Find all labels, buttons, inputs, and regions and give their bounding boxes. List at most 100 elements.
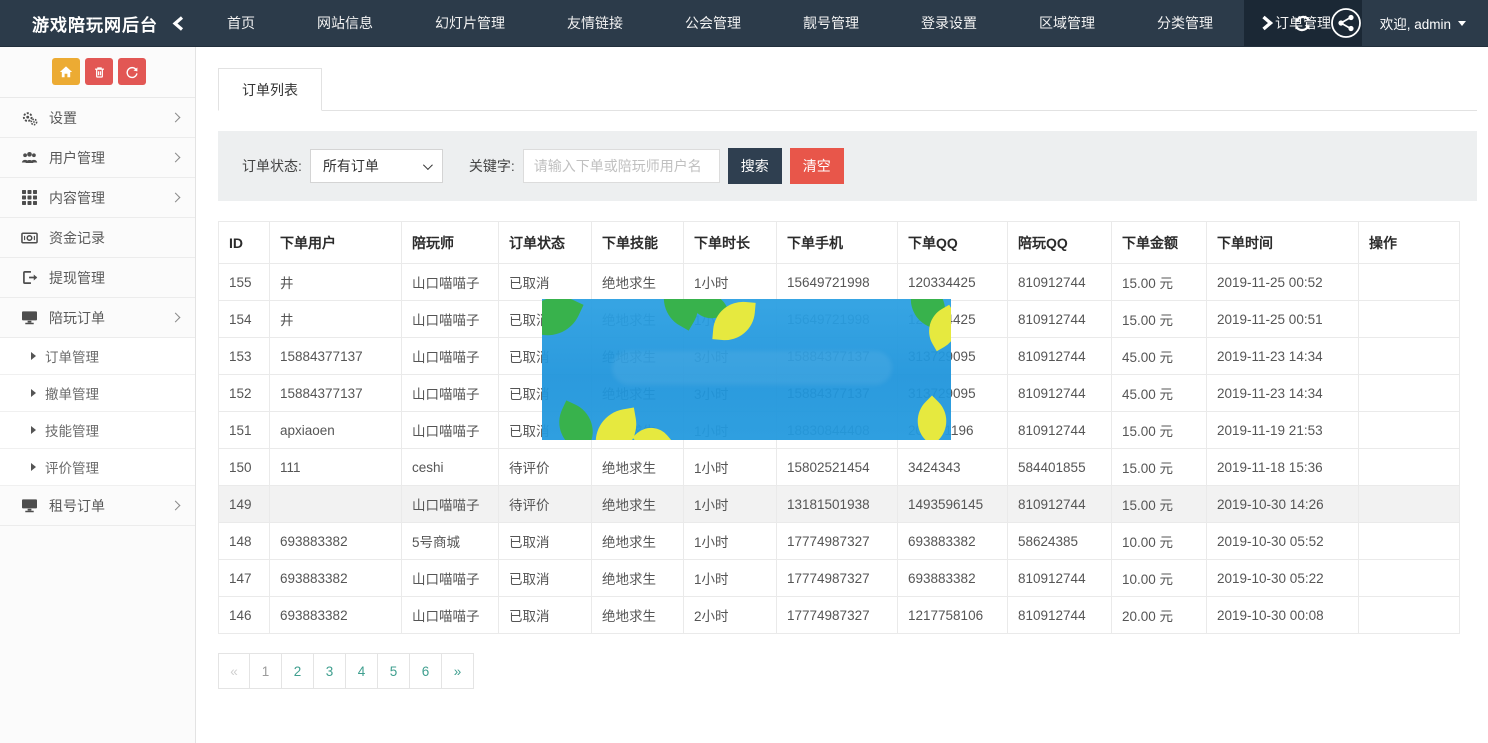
- sidebar-item-label: 用户管理: [49, 148, 105, 168]
- table-cell: 111: [270, 449, 402, 486]
- table-header-row: ID下单用户陪玩师订单状态下单技能下单时长下单手机下单QQ陪玩QQ下单金额下单时…: [219, 222, 1460, 264]
- sidebar-item-rent-orders[interactable]: 租号订单: [0, 486, 195, 526]
- table-cell: 810912744: [1008, 301, 1112, 338]
- table-cell: 2019-11-23 14:34: [1207, 338, 1359, 375]
- sidebar-quick-buttons: [0, 47, 195, 98]
- table-cell: 15.00 元: [1112, 301, 1207, 338]
- chevron-right-icon: [171, 113, 181, 123]
- trash-icon: [93, 65, 106, 79]
- nav-item-slides[interactable]: 幻灯片管理: [404, 0, 536, 46]
- desktop-icon: [21, 310, 38, 325]
- table-cell: 山口喵喵子: [402, 264, 499, 301]
- sidebar-item-withdraw-management[interactable]: 提现管理: [0, 258, 195, 298]
- sidebar-subitem-label: 评价管理: [45, 457, 99, 477]
- home-icon: [59, 65, 73, 79]
- sidebar-subitem-skill-management[interactable]: 技能管理: [0, 412, 195, 449]
- page-button-4[interactable]: 4: [346, 653, 378, 689]
- page-button-prev: «: [218, 653, 250, 689]
- sidebar-item-label: 设置: [49, 108, 77, 128]
- table-cell: 45.00 元: [1112, 375, 1207, 412]
- sidebar-subitem-review-management[interactable]: 评价管理: [0, 449, 195, 486]
- chevron-right-icon: [171, 153, 181, 163]
- sidebar: 设置用户管理内容管理资金记录提现管理陪玩订单订单管理撤单管理技能管理评价管理租号…: [0, 47, 196, 743]
- table-cell: 45.00 元: [1112, 338, 1207, 375]
- table-cell: 15884377137: [270, 338, 402, 375]
- table-cell: 山口喵喵子: [402, 375, 499, 412]
- table-cell: 山口喵喵子: [402, 560, 499, 597]
- table-cell: 10.00 元: [1112, 560, 1207, 597]
- table-row: 155井山口喵喵子已取消绝地求生1小时156497219981203344258…: [219, 264, 1460, 301]
- sidebar-collapse-icon[interactable]: [172, 16, 185, 31]
- page-button-3[interactable]: 3: [314, 653, 346, 689]
- censor-overlay-image: [542, 299, 951, 440]
- column-header: 订单状态: [499, 222, 592, 264]
- nav-item-friend-links[interactable]: 友情链接: [536, 0, 654, 46]
- table-cell: 584401855: [1008, 449, 1112, 486]
- nav-item-site-info[interactable]: 网站信息: [286, 0, 404, 46]
- recycle-quick-button[interactable]: [118, 58, 146, 85]
- nav-item-login-settings[interactable]: 登录设置: [890, 0, 1008, 46]
- table-cell: 15.00 元: [1112, 412, 1207, 449]
- table-cell: 3424343: [898, 449, 1008, 486]
- leaf-shape: [632, 419, 671, 440]
- tab-bar: 订单列表: [218, 68, 1477, 111]
- table-cell: 1小时: [684, 264, 777, 301]
- home-quick-button[interactable]: [52, 58, 80, 85]
- nav-item-region[interactable]: 区域管理: [1008, 0, 1126, 46]
- refresh-icon[interactable]: [1293, 14, 1312, 33]
- keyword-input[interactable]: [523, 149, 720, 183]
- tab-order-list[interactable]: 订单列表: [218, 68, 322, 111]
- table-cell: 15.00 元: [1112, 486, 1207, 523]
- page-button-2[interactable]: 2: [282, 653, 314, 689]
- nav-item-home[interactable]: 首页: [196, 0, 286, 46]
- table-cell: 17774987327: [777, 523, 898, 560]
- page-button-6[interactable]: 6: [410, 653, 442, 689]
- table-cell: 2019-10-30 05:52: [1207, 523, 1359, 560]
- nav-item-nice-number[interactable]: 靓号管理: [772, 0, 890, 46]
- table-cell: 146: [219, 597, 270, 634]
- nav-item-guild[interactable]: 公会管理: [654, 0, 772, 46]
- table-cell: 已取消: [499, 523, 592, 560]
- top-header: 游戏陪玩网后台 首页网站信息幻灯片管理友情链接公会管理靓号管理登录设置区域管理分…: [0, 0, 1488, 47]
- table-cell: 693883382: [898, 523, 1008, 560]
- triangle-right-icon: [31, 352, 36, 360]
- sidebar-item-user-management[interactable]: 用户管理: [0, 138, 195, 178]
- column-header: ID: [219, 222, 270, 264]
- search-button[interactable]: 搜索: [728, 148, 782, 184]
- nav-item-category[interactable]: 分类管理: [1126, 0, 1244, 46]
- nav-scroll-right-icon[interactable]: [1247, 0, 1287, 46]
- money-icon: [21, 231, 38, 245]
- sidebar-subitem-cancel-management[interactable]: 撤单管理: [0, 375, 195, 412]
- page-button-next[interactable]: »: [442, 653, 474, 689]
- leaf-shape: [907, 396, 951, 440]
- table-cell: 山口喵喵子: [402, 597, 499, 634]
- order-status-select[interactable]: 所有订单: [310, 149, 443, 183]
- sidebar-item-companion-orders[interactable]: 陪玩订单: [0, 298, 195, 338]
- table-cell: apxiaoen: [270, 412, 402, 449]
- table-cell: 810912744: [1008, 338, 1112, 375]
- clear-button[interactable]: 清空: [790, 148, 844, 184]
- table-row: 146693883382山口喵喵子已取消绝地求生2小时1777498732712…: [219, 597, 1460, 634]
- trash-quick-button[interactable]: [85, 58, 113, 85]
- table-cell: 15802521454: [777, 449, 898, 486]
- user-avatar-icon[interactable]: [1330, 7, 1362, 39]
- table-cell: 1小时: [684, 523, 777, 560]
- table-cell: 绝地求生: [592, 523, 684, 560]
- sidebar-item-content-management[interactable]: 内容管理: [0, 178, 195, 218]
- table-cell: 2019-10-30 05:22: [1207, 560, 1359, 597]
- table-cell: 1小时: [684, 560, 777, 597]
- filter-bar: 订单状态: 所有订单 关键字: 搜索 清空: [218, 131, 1477, 201]
- table-cell: 2019-11-25 00:51: [1207, 301, 1359, 338]
- table-cell: 5号商城: [402, 523, 499, 560]
- table-cell: 810912744: [1008, 412, 1112, 449]
- sidebar-subitem-order-management[interactable]: 订单管理: [0, 338, 195, 375]
- sidebar-item-settings[interactable]: 设置: [0, 98, 195, 138]
- sidebar-item-funds-record[interactable]: 资金记录: [0, 218, 195, 258]
- user-menu[interactable]: 欢迎, admin: [1380, 13, 1466, 33]
- leaf-shape: [542, 299, 584, 347]
- column-header: 下单时长: [684, 222, 777, 264]
- page-button-5[interactable]: 5: [378, 653, 410, 689]
- chevron-right-icon: [171, 313, 181, 323]
- triangle-right-icon: [31, 426, 36, 434]
- column-header: 下单金额: [1112, 222, 1207, 264]
